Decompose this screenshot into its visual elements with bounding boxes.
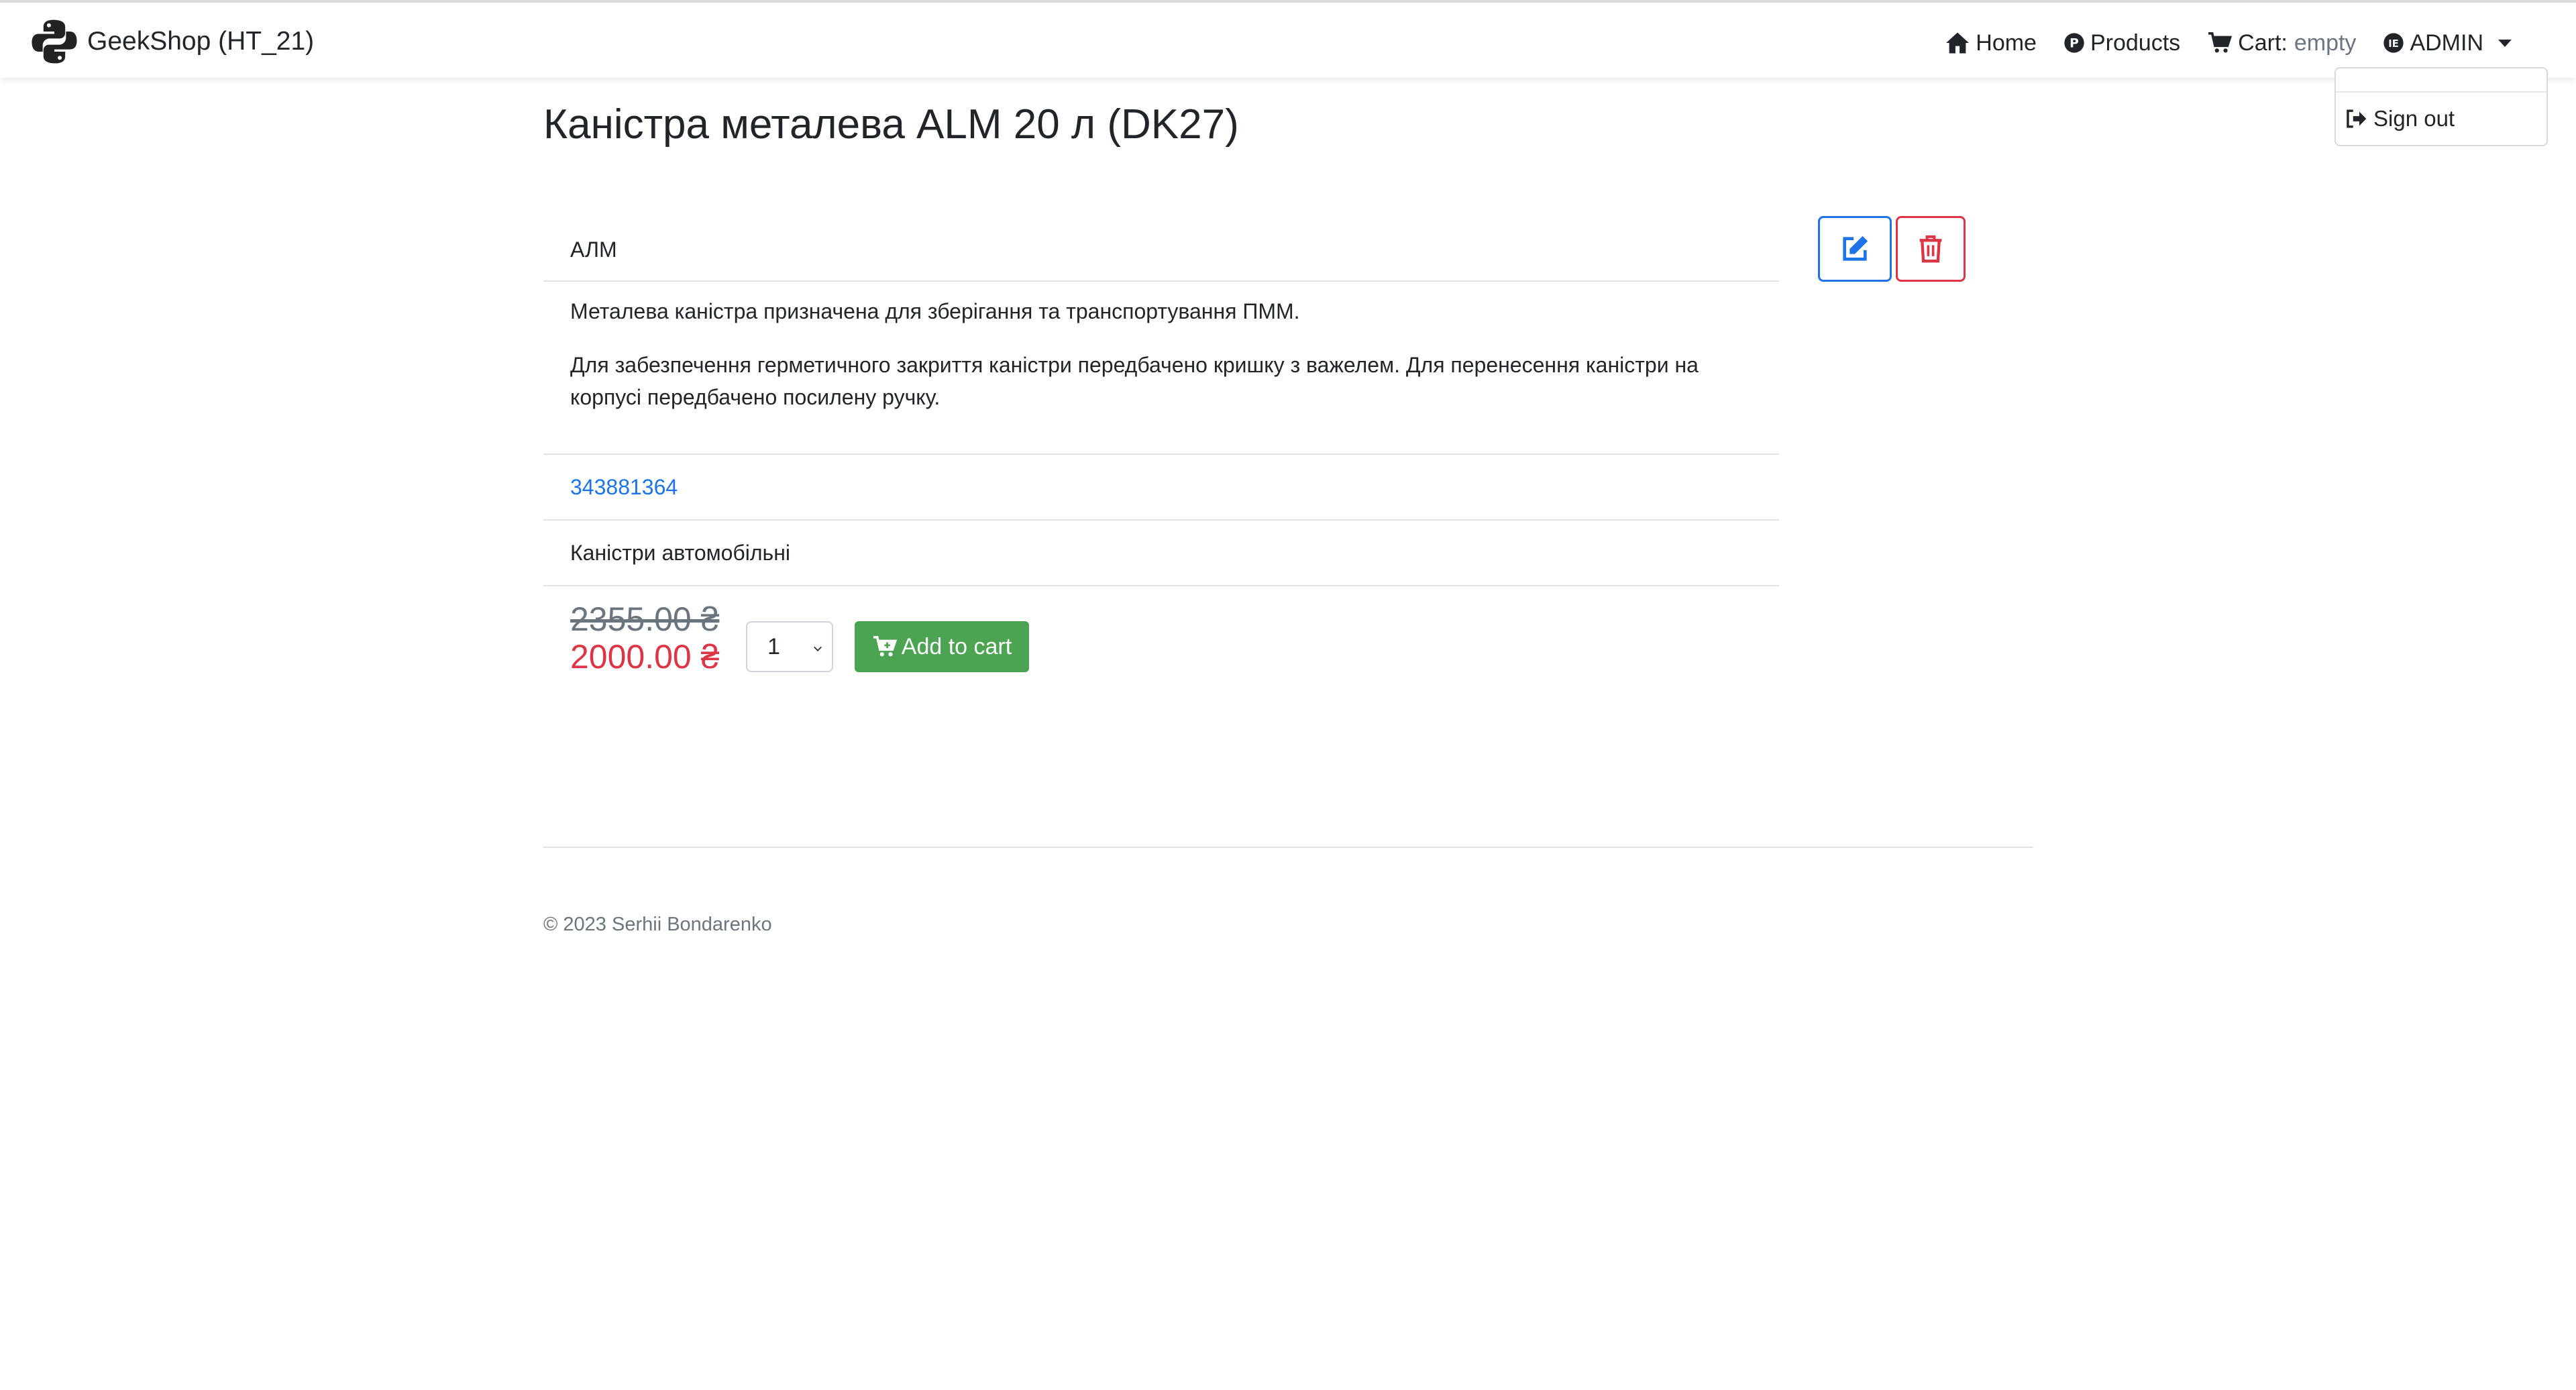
add-to-cart-label: Add to cart xyxy=(901,633,1012,659)
caret-down-icon xyxy=(2498,39,2512,47)
trash-icon xyxy=(1919,235,1942,263)
product-brand: АЛМ xyxy=(570,237,617,262)
home-icon xyxy=(1946,32,1970,54)
svg-text:IE: IE xyxy=(2389,38,2399,50)
product-sku-row: 343881364 xyxy=(543,455,1779,521)
product-sku-link[interactable]: 343881364 xyxy=(570,475,678,500)
page-title: Каністра металева ALM 20 л (DK27) xyxy=(543,101,1239,148)
brand-link[interactable]: GeekShop (HT_21) xyxy=(30,16,314,67)
edit-icon xyxy=(1843,235,1868,261)
product-brand-row: АЛМ xyxy=(543,215,1779,282)
sign-out-item[interactable]: Sign out xyxy=(2345,106,2455,131)
nav-cart[interactable]: Cart: empty xyxy=(2207,30,2356,56)
main-nav: Home P Products Cart: empty IE ADMIN xyxy=(1918,24,2512,62)
price-and-cart: 2355.00 ₴ 2000.00 ₴ 1 Add to cart xyxy=(570,600,1174,687)
dropdown-divider xyxy=(2336,91,2546,93)
user-badge-icon: IE xyxy=(2383,33,2404,53)
sale-price: 2000.00 ₴ xyxy=(570,638,720,676)
product-category: Каністри автомобільні xyxy=(570,541,790,565)
nav-products[interactable]: P Products xyxy=(2063,30,2180,56)
cart-plus-icon xyxy=(873,635,897,657)
product-details: АЛМ Металева каністра призначена для збе… xyxy=(543,215,1779,586)
product-description-paragraph: Для забезпечення герметичного закриття к… xyxy=(570,353,1699,409)
svg-text:P: P xyxy=(2070,37,2079,51)
nav-cart-label: Cart: xyxy=(2238,30,2288,56)
old-price: 2355.00 ₴ xyxy=(570,600,720,638)
python-logo-icon xyxy=(32,19,77,64)
nav-home[interactable]: Home xyxy=(1945,30,2037,56)
product-description-row: Металева каністра призначена для зберіга… xyxy=(543,282,1779,455)
user-menu-toggle[interactable]: IE ADMIN xyxy=(2383,30,2512,56)
product-description-paragraph: Металева каністра призначена для зберіга… xyxy=(570,299,1300,323)
quantity-value: 1 xyxy=(767,634,780,659)
add-to-cart-button[interactable]: Add to cart xyxy=(855,621,1029,672)
footer-divider xyxy=(543,847,2033,848)
user-name: ADMIN xyxy=(2410,30,2483,56)
sign-out-label: Sign out xyxy=(2373,106,2455,131)
products-icon: P xyxy=(2064,33,2084,53)
nav-home-label: Home xyxy=(1976,30,2037,56)
cart-icon xyxy=(2208,32,2233,53)
navbar: GeekShop (HT_21) Home P Products Cart: e xyxy=(0,3,2576,78)
brand-name: GeekShop (HT_21) xyxy=(87,27,315,56)
edit-product-button[interactable] xyxy=(1818,216,1892,282)
product-category-row: Каністри автомобільні xyxy=(543,521,1779,586)
cart-status: empty xyxy=(2294,30,2357,56)
delete-product-button[interactable] xyxy=(1896,216,1966,282)
footer-copyright: © 2023 Serhii Bondarenko xyxy=(543,914,772,935)
nav-products-label: Products xyxy=(2090,30,2181,56)
quantity-select[interactable]: 1 xyxy=(746,621,833,672)
user-dropdown-menu: Sign out xyxy=(2334,67,2548,146)
sign-out-icon xyxy=(2347,109,2367,128)
chevron-down-icon xyxy=(814,643,822,651)
